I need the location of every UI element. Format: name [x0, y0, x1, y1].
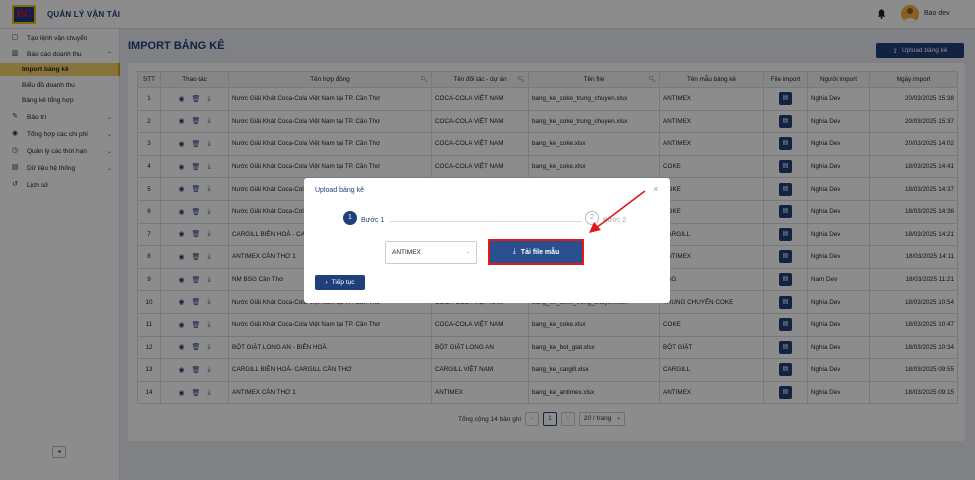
close-icon[interactable]: ×: [653, 184, 658, 194]
step-2-indicator: 2: [585, 211, 599, 225]
chevron-right-icon: ›: [325, 279, 328, 286]
modal-title: Upload bảng kê: [315, 187, 365, 194]
template-select[interactable]: ANTIMEX ⌄: [385, 241, 477, 264]
step-1-indicator: 1: [343, 211, 357, 225]
step-divider: [390, 221, 582, 222]
download-button-label: Tải file mẫu: [520, 248, 560, 256]
step-1-label: Bước 1: [361, 217, 385, 224]
chevron-down-icon: ⌄: [465, 249, 470, 255]
continue-button[interactable]: › Tiếp tục: [315, 275, 365, 290]
download-template-button[interactable]: ⤓ Tải file mẫu: [488, 239, 584, 265]
download-icon: ⤓: [512, 248, 516, 255]
continue-button-label: Tiếp tục: [331, 279, 355, 286]
upload-modal: Upload bảng kê × 1 Bước 1 2 Bước 2 ANTIM…: [304, 178, 670, 303]
step-2-label: Bước 2: [603, 217, 627, 224]
